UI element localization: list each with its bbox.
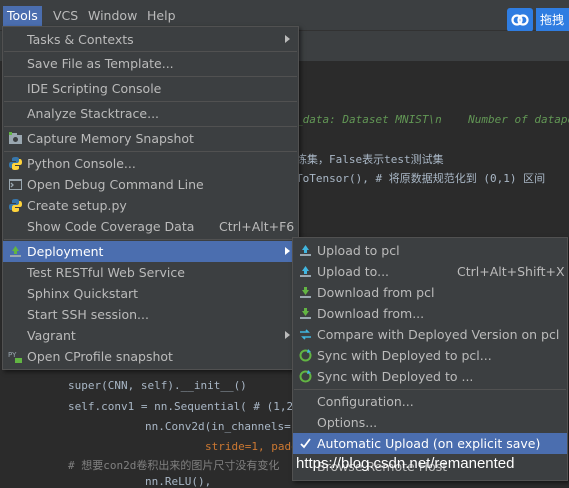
separator [4,126,297,127]
menu-item-automatic-upload[interactable]: Automatic Upload (on explicit save) [293,433,567,454]
cloud-icon[interactable] [507,8,533,32]
deployment-icon [8,244,23,259]
menu-item-label: Vagrant [27,328,76,343]
menu-item-label: Download from... [317,306,425,321]
svg-text:PY: PY [8,351,17,359]
code-line: nn.Conv2d(in_channels=1, [145,420,304,433]
menu-item-download-from[interactable]: Download from... [293,303,567,324]
menu-item-python-console[interactable]: Python Console... [3,153,298,174]
menu-item-label: Download from pcl [317,285,435,300]
menu-item-label: Upload to... [317,264,390,279]
code-line: super(CNN, self).__init__() [68,379,247,392]
menu-item-label: Sync with Deployed to ... [317,369,474,384]
menu-vcs[interactable]: VCS [49,6,82,26]
menu-item-label: Sphinx Quickstart [27,286,139,301]
compare-icon [298,327,313,342]
profile-icon: PY [8,349,23,364]
submenu-arrow-icon [285,247,290,255]
upload-icon [298,264,313,279]
separator [4,151,297,152]
submenu-arrow-icon [285,331,290,339]
menu-help[interactable]: Help [143,6,180,26]
menu-item-label: Upload to pcl [317,243,400,258]
menu-item-sync-deployed-pcl[interactable]: Sync with Deployed to pcl... [293,345,567,366]
menu-item-upload-to-pcl[interactable]: Upload to pcl [293,240,567,261]
drag-button[interactable]: 拖拽 [536,8,569,32]
separator [294,389,566,390]
menu-item-shortcut: Ctrl+Alt+F6 [219,219,295,234]
sync-icon [298,348,313,363]
separator [4,51,297,52]
menu-item-start-ssh-session[interactable]: Start SSH session... [3,304,298,325]
menu-item-show-code-coverage[interactable]: Show Code Coverage Data Ctrl+Alt+F6 [3,216,298,237]
menu-item-open-cprofile-snapshot[interactable]: PY Open CProfile snapshot [3,346,298,367]
python-icon [8,156,23,171]
menu-item-ide-scripting-console[interactable]: IDE Scripting Console [3,78,298,99]
menu-item-open-debug-command-line[interactable]: Open Debug Command Line [3,174,298,195]
checkmark-icon [298,436,313,451]
tools-menu: Tasks & Contexts Save File as Template..… [2,26,299,370]
menu-item-tasks-contexts[interactable]: Tasks & Contexts [3,29,298,50]
menu-item-label: Deployment [27,244,104,259]
menu-item-label: Capture Memory Snapshot [27,131,194,146]
menu-tools[interactable]: Tools [3,6,42,26]
menu-item-options[interactable]: Options... [293,412,567,433]
menu-item-upload-to[interactable]: Upload to... Ctrl+Alt+Shift+X [293,261,567,282]
menu-item-save-template[interactable]: Save File as Template... [3,53,298,74]
menu-item-label: Tasks & Contexts [27,32,134,47]
menu-item-label: Sync with Deployed to pcl... [317,348,492,363]
separator [4,76,297,77]
menu-item-capture-memory-snapshot[interactable]: Capture Memory Snapshot [3,128,298,149]
camera-icon [8,131,23,146]
deployment-submenu: Upload to pcl Upload to... Ctrl+Alt+Shif… [292,237,568,481]
code-line: nn.ReLU(), [145,475,212,488]
menu-item-label: IDE Scripting Console [27,81,162,96]
download-icon [298,285,313,300]
menu-item-label: Configuration... [317,394,414,409]
sync-icon [298,369,313,384]
menu-item-vagrant[interactable]: Vagrant [3,325,298,346]
menu-item-download-from-pcl[interactable]: Download from pcl [293,282,567,303]
separator [4,101,297,102]
code-line: self.conv1 = nn.Sequential( # (1,28,28 [68,400,320,413]
submenu-arrow-icon [285,35,290,43]
code-line: ToTensor(), # 将原数据规范化到 (0,1) 区间 [296,172,546,185]
separator [4,239,297,240]
menu-item-sphinx-quickstart[interactable]: Sphinx Quickstart [3,283,298,304]
menu-item-label: Compare with Deployed Version on pcl [317,327,560,342]
menu-item-analyze-stacktrace[interactable]: Analyze Stacktrace... [3,103,298,124]
menu-item-label: Open CProfile snapshot [27,349,173,364]
code-line: _data: Dataset MNIST\n Number of datapoi… [296,113,569,126]
menu-item-label: Python Console... [27,156,136,171]
menu-item-compare-deployed[interactable]: Compare with Deployed Version on pcl [293,324,567,345]
menu-item-label: Create setup.py [27,198,127,213]
terminal-icon [8,177,23,192]
menu-item-label: Options... [317,415,378,430]
menu-item-label: Open Debug Command Line [27,177,204,192]
menu-item-deployment[interactable]: Deployment [3,241,298,262]
code-line: 练集，False表示test测试集 [296,153,444,166]
menu-item-label: Test RESTful Web Service [27,265,185,280]
menu-item-sync-deployed-to[interactable]: Sync with Deployed to ... [293,366,567,387]
menu-item-label: Automatic Upload (on explicit save) [317,436,541,451]
menu-item-label: Save File as Template... [27,56,174,71]
menu-item-label: Start SSH session... [27,307,149,322]
code-line: # 想要con2d卷积出来的图片尺寸没有变化 [68,459,280,472]
code-line: stride=1, paddi [205,440,305,453]
download-icon [298,306,313,321]
menu-item-configuration[interactable]: Configuration... [293,391,567,412]
menu-item-shortcut: Ctrl+Alt+Shift+X [457,264,565,279]
menu-item-label: Show Code Coverage Data [27,219,195,234]
menu-item-label: Analyze Stacktrace... [27,106,160,121]
menu-window[interactable]: Window [84,6,141,26]
menu-item-test-restful[interactable]: Test RESTful Web Service [3,262,298,283]
watermark: https://blog.csdn.net/remanented [296,455,515,472]
upload-icon [298,243,313,258]
python-file-icon [8,198,23,213]
menu-item-create-setup-py[interactable]: Create setup.py [3,195,298,216]
